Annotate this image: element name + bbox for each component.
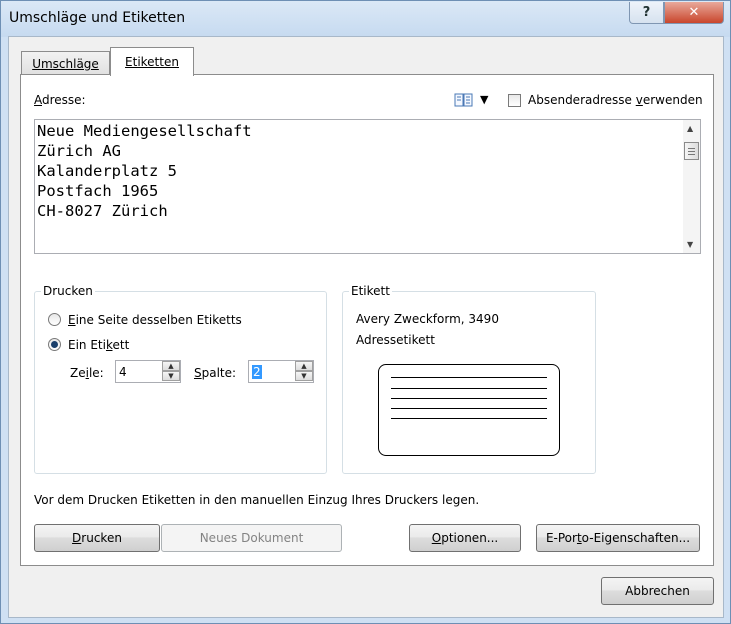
help-button[interactable]: ? — [629, 2, 664, 24]
address-book-icon[interactable] — [454, 92, 474, 108]
scroll-up-icon[interactable]: ▲ — [687, 124, 693, 133]
address-line: Zürich AG — [37, 142, 121, 160]
sender-address-checkbox[interactable] — [508, 94, 521, 107]
cancel-button[interactable]: Abbrechen — [601, 577, 714, 605]
scroll-down-icon[interactable]: ▼ — [687, 240, 693, 249]
address-text: Neue Mediengesellschaft Zürich AG Kalander… — [37, 121, 252, 221]
tab-labels-label: Etiketten — [125, 55, 179, 69]
column-label: Spalte: — [194, 366, 237, 380]
row-label: Zeile: — [70, 366, 104, 380]
full-page-label[interactable]: Eine Seite desselben Etiketts — [68, 313, 242, 327]
address-line: Neue Mediengesellschaft — [37, 122, 252, 140]
address-book-dropdown-icon[interactable]: ▼ — [480, 93, 488, 106]
print-group-title: Drucken — [41, 284, 95, 298]
column-down-icon[interactable]: ▼ — [295, 371, 313, 381]
scroll-thumb[interactable] — [684, 142, 699, 160]
label-group[interactable]: Etikett Avery Zweckform, 3490 Adressetik… — [342, 284, 596, 474]
address-textarea[interactable]: Neue Mediengesellschaft Zürich AG Kalander… — [34, 119, 701, 254]
row-value[interactable]: 4 — [119, 365, 127, 379]
address-label: Adresse: — [34, 93, 86, 107]
label-preview-icon[interactable] — [378, 364, 560, 456]
manual-feed-hint: Vor dem Drucken Etiketten in den manuell… — [34, 493, 480, 507]
tab-envelopes-label: Umschläge — [32, 56, 99, 71]
column-up-icon[interactable]: ▲ — [295, 361, 313, 371]
row-down-icon[interactable]: ▼ — [162, 371, 180, 381]
full-page-radio[interactable] — [48, 313, 61, 326]
column-stepper[interactable]: 2 ▲ ▼ — [248, 360, 314, 383]
address-scrollbar[interactable]: ▲ ▼ — [683, 120, 700, 253]
row-up-icon[interactable]: ▲ — [162, 361, 180, 371]
tab-envelopes[interactable]: Umschläge — [21, 51, 110, 75]
row-stepper[interactable]: 4 ▲ ▼ — [115, 360, 181, 383]
tab-labels[interactable]: Etiketten — [110, 47, 194, 76]
dialog-window: Umschläge und Etiketten ? ✕ Umschläge Et… — [0, 0, 731, 624]
address-line: Postfach 1965 — [37, 182, 159, 200]
column-value[interactable]: 2 — [252, 365, 262, 379]
new-document-button[interactable]: Neues Dokument — [161, 524, 342, 552]
address-line: Kalanderplatz 5 — [37, 162, 177, 180]
label-vendor: Avery Zweckform, 3490 — [356, 312, 499, 326]
window-title: Umschläge und Etiketten — [9, 10, 186, 26]
print-group: Drucken Eine Seite desselben Etiketts Ei… — [34, 284, 327, 474]
single-label-radio[interactable] — [48, 338, 61, 351]
single-label-label[interactable]: Ein Etikett — [68, 338, 129, 352]
sender-address-label[interactable]: Absenderadresse verwenden — [528, 93, 703, 107]
label-type: Adressetikett — [356, 333, 435, 347]
label-group-title: Etikett — [349, 284, 392, 298]
eporto-properties-button[interactable]: E-Por t o-Eigenschaften... — [536, 524, 700, 552]
close-button[interactable]: ✕ — [664, 2, 724, 24]
title-bar[interactable]: Umschläge und Etiketten ? ✕ — [1, 1, 730, 37]
dialog-client: Umschläge Etiketten Adresse: ▼ Absendera… — [8, 36, 724, 618]
labels-panel: Adresse: ▼ Absenderadresse verwenden Neu… — [20, 74, 714, 566]
print-button[interactable]: Drucken — [34, 524, 160, 552]
options-button[interactable]: Optionen... — [409, 524, 521, 552]
address-line: CH-8027 Zürich — [37, 202, 168, 220]
